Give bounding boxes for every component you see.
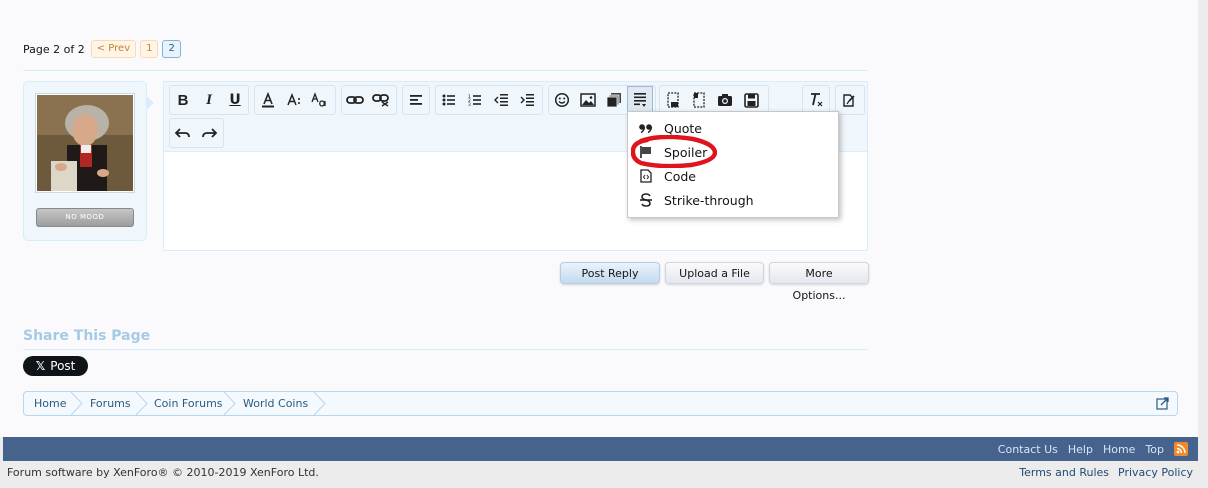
svg-text:3: 3	[468, 102, 471, 107]
breadcrumb-separator-icon	[223, 392, 236, 415]
insert-block-icon[interactable]	[627, 86, 653, 114]
breadcrumb-coin-forums[interactable]: Coin Forums	[154, 392, 223, 415]
numbered-list-icon[interactable]: 123	[462, 86, 488, 114]
bullet-list-icon[interactable]	[436, 86, 462, 114]
menu-item-label: Quote	[664, 120, 703, 136]
footer-contact-link[interactable]: Contact Us	[998, 443, 1058, 456]
divider	[23, 349, 868, 350]
smilie-icon[interactable]	[549, 86, 575, 114]
toggle-group	[835, 85, 865, 115]
strikethrough-icon	[628, 193, 664, 207]
breadcrumb-separator-icon	[135, 392, 148, 415]
code-file-icon	[628, 169, 664, 183]
remove-format-icon[interactable]	[803, 86, 829, 114]
footer-bar: Contact Us Help Home Top	[3, 437, 1198, 461]
align-group	[402, 85, 430, 115]
form-actions: Post Reply Upload a File More Options...	[560, 262, 869, 302]
menu-item-label: Code	[664, 168, 697, 184]
breadcrumb-world-coins[interactable]: World Coins	[243, 392, 308, 415]
more-options-button[interactable]: More Options...	[769, 262, 869, 302]
underline-icon[interactable]: U	[222, 86, 248, 114]
breadcrumb-separator-icon	[313, 392, 326, 415]
jump-menu-icon[interactable]	[1156, 397, 1169, 410]
footer-home-link[interactable]: Home	[1103, 443, 1135, 456]
page-nav: Page 2 of 2 < Prev 1 2	[23, 40, 181, 58]
scrollbar-track[interactable]	[1198, 0, 1208, 437]
media-icon[interactable]	[601, 86, 627, 114]
privacy-link[interactable]: Privacy Policy	[1118, 466, 1193, 479]
list-group: 123	[435, 85, 543, 115]
draft-icon[interactable]	[660, 86, 686, 114]
legal-links: Terms and Rules Privacy Policy	[1019, 466, 1193, 479]
quote-icon	[628, 123, 664, 133]
redo-icon[interactable]	[196, 119, 222, 147]
menu-item-strike-through[interactable]: Strike-through	[628, 188, 838, 212]
copyright-text: Forum software by XenForo® © 2010-2019 X…	[7, 466, 319, 479]
link-icon[interactable]	[342, 86, 368, 114]
italic-icon[interactable]: I	[196, 86, 222, 114]
rss-icon[interactable]	[1174, 442, 1188, 456]
user-info-block: NO MOOD	[23, 81, 154, 241]
x-logo-icon: 𝕏	[35, 359, 46, 373]
outdent-icon[interactable]	[488, 86, 514, 114]
camera-icon[interactable]	[712, 86, 738, 114]
font-color-icon[interactable]	[255, 86, 281, 114]
prev-page-button[interactable]: < Prev	[90, 40, 137, 58]
breadcrumb-home[interactable]: Home	[34, 392, 66, 415]
x-post-button[interactable]: 𝕏 Post	[23, 356, 88, 376]
link-group	[341, 85, 397, 115]
font-group	[254, 85, 336, 115]
divider	[23, 70, 868, 71]
menu-item-label: Strike-through	[664, 192, 754, 208]
share-heading: Share This Page	[23, 328, 151, 344]
red-annotation-circle	[631, 135, 717, 168]
indent-icon[interactable]	[514, 86, 540, 114]
x-post-label: Post	[50, 359, 76, 373]
page-1-button[interactable]: 1	[140, 40, 159, 58]
unlink-icon[interactable]	[368, 86, 394, 114]
undo-icon[interactable]	[170, 119, 196, 147]
font-family-icon[interactable]	[307, 86, 333, 114]
history-group	[169, 118, 224, 148]
terms-link[interactable]: Terms and Rules	[1019, 466, 1109, 479]
bold-icon[interactable]: B	[170, 86, 196, 114]
toggle-bbcode-icon[interactable]	[836, 86, 862, 114]
breadcrumb: Home Forums Coin Forums World Coins	[23, 391, 1178, 416]
footer-help-link[interactable]: Help	[1068, 443, 1093, 456]
mood-badge[interactable]: NO MOOD	[36, 208, 134, 227]
breadcrumb-forums[interactable]: Forums	[90, 392, 131, 415]
align-icon[interactable]	[403, 86, 429, 114]
arrow-pointer	[146, 96, 154, 110]
avatar[interactable]	[35, 93, 135, 193]
save-icon[interactable]	[738, 86, 764, 114]
footer-top-link[interactable]: Top	[1145, 443, 1164, 456]
breadcrumb-separator-icon	[70, 392, 83, 415]
page-nav-label: Page 2 of 2	[23, 42, 85, 56]
font-size-icon[interactable]	[281, 86, 307, 114]
upload-file-button[interactable]: Upload a File	[665, 262, 764, 284]
footer-nav: Contact Us Help Home Top	[998, 437, 1188, 461]
image-icon[interactable]	[575, 86, 601, 114]
format-group: B I U	[169, 85, 249, 115]
page-2-button[interactable]: 2	[162, 40, 181, 58]
draft-alt-icon[interactable]	[686, 86, 712, 114]
post-reply-button[interactable]: Post Reply	[560, 262, 660, 284]
